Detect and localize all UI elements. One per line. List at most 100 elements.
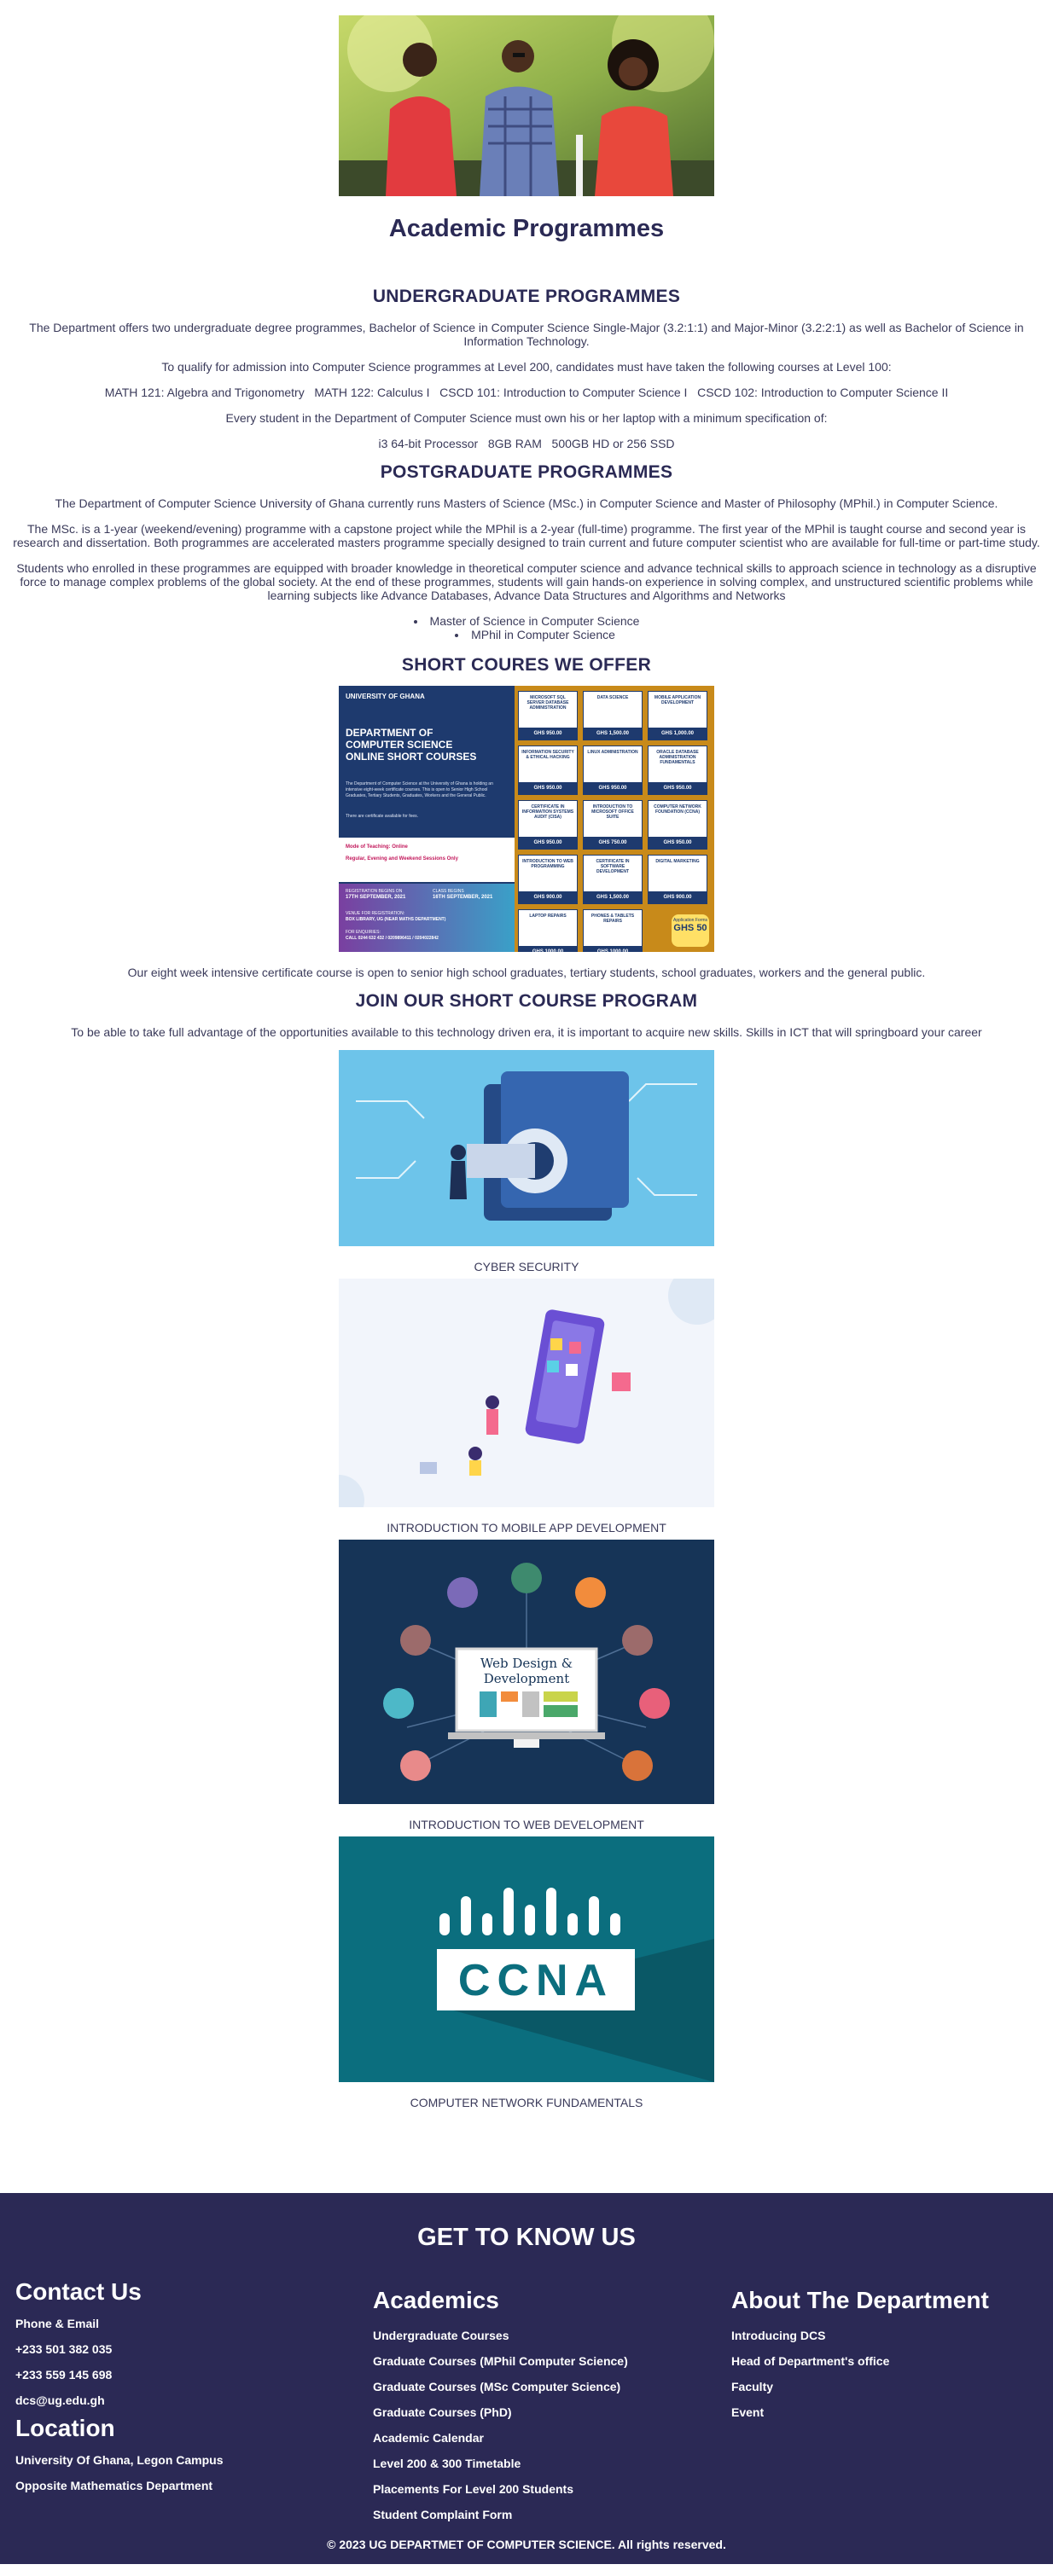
poster-reg-end: 16TH SEPTEMBER, 2021 [433, 895, 493, 900]
poster-course-name: INTRODUCTION TO MICROSOFT OFFICE SUITE [591, 804, 634, 820]
poster-contact-note: There are certificate available for fees… [346, 814, 419, 819]
short-courses-heading: SHORT COURES WE OFFER [401, 655, 652, 675]
poster-course-price: GHS 950.00 [519, 728, 577, 740]
poster-course-card: DATA SCIENCE GHS 1,500.00 [583, 691, 643, 740]
web-art-title-2: Development [484, 1671, 569, 1686]
poster-course-card: MICROSOFT SQL SERVER DATABASE ADMINISTRA… [518, 691, 578, 740]
location-line: Opposite Mathematics Department [15, 2479, 213, 2492]
poster-course-card: COMPUTER NETWORK FOUNDATION (CCNA) GHS 95… [648, 800, 707, 850]
poster-course-price: GHS 950.00 [519, 782, 577, 794]
poster-mode: Mode of Teaching: Online [346, 844, 408, 850]
postgrad-paragraph-3: Students who enrolled in these programme… [16, 561, 1037, 602]
poster-course-price: GHS 950.00 [649, 782, 707, 794]
poster-course-name: MOBILE APPLICATION DEVELOPMENT [654, 695, 701, 705]
phone-link[interactable]: +233 559 145 698 [15, 2362, 224, 2387]
footer-heading: GET TO KNOW US [417, 2224, 636, 2251]
about-link[interactable]: Head of Department's office [731, 2348, 989, 2374]
location-line: University Of Ghana, Legon Campus [15, 2453, 224, 2467]
poster-reg-start: 17TH SEPTEMBER, 2021 [346, 895, 406, 900]
short-courses-poster: UNIVERSITY OF GHANA DEPARTMENT OF COMPUT… [339, 686, 714, 952]
poster-course-price: GHS 1000.00 [519, 946, 577, 952]
poster-course-name: COMPUTER NETWORK FOUNDATION (CCNA) [654, 804, 701, 815]
poster-application-badge: Application Forms GHS 50 [672, 914, 709, 947]
academics-link[interactable]: Student Complaint Form [373, 2502, 628, 2527]
poster-course-price: GHS 1,000.00 [649, 728, 707, 740]
postgrad-programme-list: Master of Science in Computer Science MP… [0, 614, 1053, 641]
poster-brand: UNIVERSITY OF GHANA [346, 693, 425, 700]
cyber-security-image [339, 1050, 714, 1246]
mobile-app-image [339, 1279, 714, 1507]
phone-link[interactable]: +233 501 382 035 [15, 2336, 224, 2362]
course-caption: CYBER SECURITY [474, 1260, 579, 1273]
poster-course-card: INTRODUCTION TO MICROSOFT OFFICE SUITE GH… [583, 800, 643, 850]
academics-link[interactable]: Undergraduate Courses [373, 2323, 628, 2348]
site-footer: GET TO KNOW US Contact Us Phone & Email … [0, 2193, 1053, 2564]
poster-venue: BOX LIBRARY, UG (NEAR MATHS DEPARTMENT) [346, 917, 446, 922]
poster-course-price: GHS 900.00 [649, 891, 707, 903]
academics-link[interactable]: Placements For Level 200 Students [373, 2476, 628, 2502]
undergrad-paragraph-laptop: Every student in the Department of Compu… [225, 411, 828, 425]
list-item: MPhil in Computer Science [0, 628, 1053, 641]
ccna-image: CCNA [339, 1836, 714, 2082]
poster-course-price: GHS 950.00 [649, 837, 707, 849]
poster-course-name: INFORMATION SECURITY & ETHICAL HACKING [521, 750, 574, 760]
footer-about: About The Department Introducing DCS Hea… [731, 2287, 989, 2425]
poster-course-card: DIGITAL MARKETING GHS 900.00 [648, 855, 707, 904]
poster-course-card: LINUX ADMINISTRATION GHS 950.00 [583, 746, 643, 795]
email-link[interactable]: dcs@ug.edu.gh [15, 2387, 224, 2413]
academics-link[interactable]: Level 200 & 300 Timetable [373, 2451, 628, 2476]
academics-link[interactable]: Graduate Courses (PhD) [373, 2399, 628, 2425]
copyright: © 2023 UG DEPARTMET OF COMPUTER SCIENCE.… [327, 2538, 726, 2551]
poster-course-name: LAPTOP REPAIRS [529, 914, 567, 919]
short-course-note: Our eight week intensive certificate cou… [127, 966, 926, 979]
poster-course-card: LAPTOP REPAIRS GHS 1000.00 [518, 909, 578, 952]
poster-course-name: CERTIFICATE IN INFORMATION SYSTEMS AUDIT… [521, 804, 574, 820]
about-link[interactable]: Event [731, 2399, 989, 2425]
poster-course-name: PHONES & TABLETS REPAIRS [590, 914, 635, 924]
poster-course-name: MICROSOFT SQL SERVER DATABASE ADMINISTRA… [526, 695, 569, 711]
poster-reg-start-label: REGISTRATION BEGINS ON [346, 889, 403, 894]
poster-course-name: LINUX ADMINISTRATION [587, 750, 638, 755]
poster-course-name: DATA SCIENCE [596, 695, 629, 700]
list-item: Master of Science in Computer Science [0, 614, 1053, 628]
join-paragraph: To be able to take full advantage of the… [71, 1025, 982, 1039]
academics-link[interactable]: Academic Calendar [373, 2425, 628, 2451]
web-development-image: Web Design & Development [339, 1540, 714, 1804]
poster-course-card: INTRODUCTION TO WEB PROGRAMMING GHS 900.0… [518, 855, 578, 904]
poster-course-card: ORACLE DATABASE ADMINISTRATION FUNDAMENT… [648, 746, 707, 795]
poster-course-name: INTRODUCTION TO WEB PROGRAMMING [522, 859, 573, 869]
location-heading: Location [15, 2415, 115, 2441]
course-caption: INTRODUCTION TO WEB DEVELOPMENT [409, 1818, 644, 1831]
join-heading: JOIN OUR SHORT COURSE PROGRAM [355, 991, 698, 1011]
web-art-title-1: Web Design & [480, 1656, 573, 1671]
poster-course-grid: MICROSOFT SQL SERVER DATABASE ADMINISTRA… [518, 691, 711, 952]
academics-link[interactable]: Graduate Courses (MSc Computer Science) [373, 2374, 628, 2399]
poster-venue-label: VENUE FOR REGISTRATION: [346, 911, 405, 916]
ccna-art-title: CCNA [458, 1956, 614, 2005]
poster-course-card: MOBILE APPLICATION DEVELOPMENT GHS 1,000.… [648, 691, 707, 740]
poster-course-card: INFORMATION SECURITY & ETHICAL HACKING GH… [518, 746, 578, 795]
footer-academics: Academics Undergraduate Courses Graduate… [373, 2287, 628, 2527]
poster-course-price: GHS 950.00 [584, 782, 642, 794]
poster-badge-price: GHS 50 [673, 923, 707, 933]
academics-link[interactable]: Graduate Courses (MPhil Computer Science… [373, 2348, 628, 2374]
about-link[interactable]: Faculty [731, 2374, 989, 2399]
poster-course-price: GHS 900.00 [519, 891, 577, 903]
poster-course-card: PHONES & TABLETS REPAIRS GHS 1000.00 [583, 909, 643, 952]
poster-course-name: ORACLE DATABASE ADMINISTRATION FUNDAMENT… [656, 750, 699, 765]
undergrad-courses: MATH 121: Algebra and Trigonometry MATH … [104, 386, 949, 399]
poster-course-price: GHS 750.00 [584, 837, 642, 849]
poster-course-card: CERTIFICATE IN SOFTWARE DEVELOPMENT GHS 1… [583, 855, 643, 904]
hero-image [339, 15, 714, 196]
undergrad-paragraph-1: The Department offers two undergraduate … [29, 321, 1024, 348]
poster-course-name: DIGITAL MARKETING [655, 859, 700, 864]
contact-heading: Contact Us [15, 2278, 142, 2305]
academics-heading: Academics [373, 2287, 499, 2313]
about-heading: About The Department [731, 2287, 989, 2313]
poster-course-price: GHS 950.00 [519, 837, 577, 849]
about-link[interactable]: Introducing DCS [731, 2323, 989, 2348]
postgrad-paragraph-2: The MSc. is a 1-year (weekend/evening) p… [13, 522, 1040, 549]
poster-enquiries-label: FOR ENQUIRIES: [346, 930, 381, 935]
poster-badge-label: Application Forms [672, 918, 707, 923]
poster-title-line: ONLINE SHORT COURSES [346, 751, 477, 763]
